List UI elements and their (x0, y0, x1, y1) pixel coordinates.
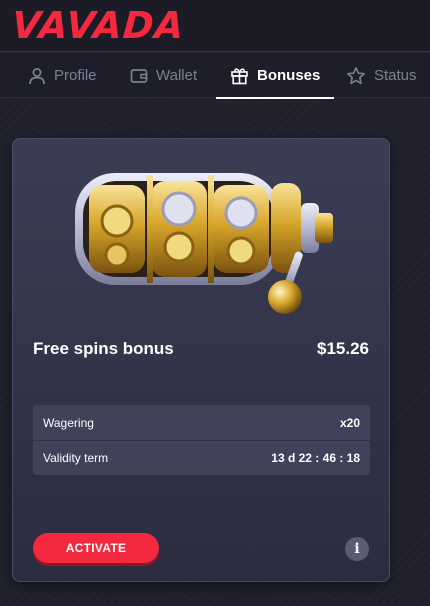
validity-label: Validity term (43, 451, 109, 465)
bonus-details: Wagering x20 Validity term 13 d 22 : 46 … (33, 405, 370, 475)
tab-label: Profile (54, 67, 97, 84)
info-icon[interactable]: i (345, 537, 369, 561)
wagering-value: x20 (339, 415, 360, 430)
validity-row: Validity term 13 d 22 : 46 : 18 (33, 440, 370, 475)
vavada-logo[interactable]: VAVADA (10, 4, 185, 47)
gift-icon (231, 68, 248, 85)
wagering-row: Wagering x20 (33, 405, 370, 440)
tab-label: Wallet (156, 67, 198, 84)
wallet-icon (130, 68, 148, 83)
top-header: VAVADA (0, 0, 430, 52)
tab-status[interactable]: Status (346, 53, 417, 98)
validity-value: 13 d 22 : 46 : 18 (271, 451, 360, 465)
tab-label: Status (374, 67, 417, 84)
tab-label: Bonuses (257, 67, 321, 84)
tab-bonuses[interactable]: Bonuses (215, 53, 335, 99)
account-tabs: Profile Wallet Bonuses Status (0, 53, 430, 99)
bonus-card: Free spins bonus $15.26 Wagering x20 Val… (12, 138, 390, 582)
wagering-label: Wagering (43, 415, 94, 430)
bonus-title: Free spins bonus (33, 339, 174, 358)
user-icon (29, 67, 45, 84)
activate-button[interactable]: ACTIVATE (33, 533, 159, 563)
tab-wallet[interactable]: Wallet (130, 53, 197, 98)
star-icon (347, 66, 365, 84)
tab-profile[interactable]: Profile (28, 53, 97, 98)
slot-machine-image (75, 173, 333, 314)
bonus-amount: $15.26 (317, 339, 369, 358)
